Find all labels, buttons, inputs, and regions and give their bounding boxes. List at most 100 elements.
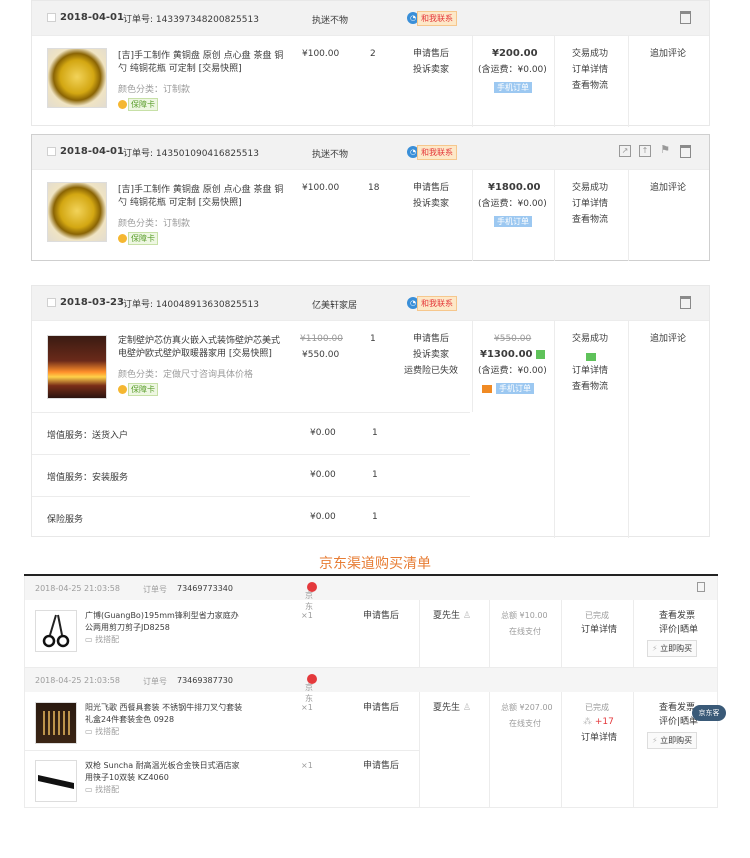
- apply-after-sale-link[interactable]: 申请售后: [413, 331, 449, 347]
- review-link[interactable]: 评价|晒单: [659, 622, 698, 638]
- apply-after-sale-link[interactable]: 申请售后: [363, 608, 399, 624]
- receiver: 夏先生 ♙: [433, 611, 471, 621]
- delete-order-icon[interactable]: [680, 296, 691, 309]
- product-thumbnail[interactable]: [35, 760, 77, 802]
- product-title-link[interactable]: [吉]手工制作 黄铜盘 原创 点心盘 茶盘 铜勺 纯铜花瓶 可定制 [交易快照]: [118, 184, 284, 210]
- order-detail-link[interactable]: 订单详情: [581, 622, 617, 638]
- jd-order-header: 2018-04-25 21:03:58 订单号 73469773340 京东: [24, 576, 718, 611]
- find-match-link[interactable]: ▭ 找搭配: [85, 784, 245, 796]
- insurance-badge[interactable]: 保障卡: [118, 98, 158, 111]
- product-title-link[interactable]: 定制壁炉芯仿真火嵌入式装饰壁炉芯美式电壁炉欧式壁炉取暖器家用 [交易快照]: [118, 335, 284, 361]
- service-qty: 1: [372, 470, 378, 480]
- contact-seller-button[interactable]: ◔ 和我联系: [407, 144, 457, 160]
- product-thumbnail[interactable]: [35, 702, 77, 744]
- divider: [628, 170, 629, 261]
- insurance-badge[interactable]: 保障卡: [118, 383, 158, 396]
- shop-name-link[interactable]: 执迷不物: [312, 147, 348, 160]
- contact-seller-button[interactable]: ◔ 和我联系: [407, 10, 457, 26]
- product-title-link[interactable]: [吉]手工制作 黄铜盘 原创 点心盘 茶盘 铜勺 纯铜花瓶 可定制 [交易快照]: [118, 50, 284, 76]
- status-text: 交易成功: [572, 334, 609, 344]
- order-total: 总额 ¥10.00: [501, 611, 548, 620]
- shop-name-link[interactable]: 执迷不物: [312, 13, 348, 26]
- find-match-link[interactable]: ▭ 找搭配: [85, 726, 245, 738]
- quantity: ×1: [301, 761, 313, 770]
- order-detail-link[interactable]: 订单详情: [572, 363, 608, 379]
- order-detail-link[interactable]: 订单详情: [581, 730, 617, 746]
- order-number: 订单号: 143397348200825513: [123, 15, 259, 25]
- order-detail-link[interactable]: 订单详情: [572, 62, 608, 78]
- points-icon: ⁂: [583, 717, 592, 727]
- mobile-order-badge: 手机订单: [494, 82, 532, 93]
- order-date: 2018-04-01: [60, 12, 124, 23]
- shop-name[interactable]: 京东: [305, 582, 317, 611]
- apply-after-sale-link[interactable]: 申请售后: [363, 700, 399, 716]
- product-thumbnail[interactable]: [47, 48, 107, 108]
- service-row: 增值服务：安装服务 ¥0.00 1: [32, 454, 470, 496]
- order-number-link[interactable]: 73469773340: [177, 584, 233, 593]
- product-thumbnail[interactable]: [47, 335, 107, 399]
- divider: [419, 692, 420, 807]
- order-checkbox[interactable]: [47, 13, 56, 22]
- share-icon[interactable]: ↗: [619, 145, 631, 157]
- shop-name[interactable]: 京东: [305, 674, 317, 703]
- product-thumbnail[interactable]: [35, 610, 77, 652]
- apply-after-sale-link[interactable]: 申请售后: [363, 758, 399, 774]
- add-review-link[interactable]: 追加评论: [650, 331, 686, 347]
- flag-icon[interactable]: ⚑: [659, 144, 671, 157]
- delete-order-icon[interactable]: [697, 582, 705, 592]
- quantity: 1: [370, 334, 376, 344]
- service-qty: 1: [372, 512, 378, 522]
- view-logistics-link[interactable]: 查看物流: [572, 379, 608, 395]
- order-detail-link[interactable]: 订单详情: [572, 196, 608, 212]
- order-item-row: 定制壁炉芯仿真火嵌入式装饰壁炉芯美式电壁炉欧式壁炉取暖器家用 [交易快照] 颜色…: [32, 320, 709, 538]
- buy-again-button[interactable]: ⚡ 立即购买: [647, 640, 698, 657]
- divider: [633, 692, 634, 807]
- service-price: ¥0.00: [310, 512, 336, 522]
- buy-again-button[interactable]: ⚡ 立即购买: [647, 732, 698, 749]
- divider: [628, 36, 629, 127]
- order-total: 总额 ¥207.00: [501, 703, 553, 712]
- product-title-link[interactable]: 阳光飞歌 西餐具套装 不锈钢牛排刀叉勺套装 礼盒24件套装金色 0928: [85, 702, 245, 726]
- complain-seller-link[interactable]: 投诉卖家: [413, 347, 449, 363]
- order-number-label: 订单号: [143, 585, 167, 594]
- complain-seller-link[interactable]: 投诉卖家: [413, 196, 449, 212]
- quantity: 2: [370, 49, 376, 59]
- order-checkbox[interactable]: [47, 147, 56, 156]
- apply-after-sale-link[interactable]: 申请售后: [413, 180, 449, 196]
- order-datetime: 2018-04-25 21:03:58: [35, 584, 120, 593]
- quantity: ×1: [301, 703, 313, 712]
- product-title-link[interactable]: 双枪 Suncha 耐高温光板合金筷日式酒店家用筷子10双装 KZ4060: [85, 760, 245, 784]
- jd-customer-service-button[interactable]: 京东客: [692, 705, 726, 721]
- apply-after-sale-link[interactable]: 申请售后: [413, 46, 449, 62]
- mobile-order-badge: 手机订单: [494, 216, 532, 227]
- unit-price: ¥100.00: [302, 49, 340, 59]
- order-date: 2018-03-23: [60, 297, 124, 308]
- complain-seller-link[interactable]: 投诉卖家: [413, 62, 449, 78]
- lightning-icon: ⚡: [652, 644, 658, 653]
- order-checkbox[interactable]: [47, 298, 56, 307]
- order-total: ¥1800.00: [488, 182, 541, 193]
- service-price: ¥0.00: [310, 470, 336, 480]
- user-icon: ♙: [462, 611, 471, 621]
- add-review-link[interactable]: 追加评论: [650, 180, 686, 196]
- product-title-link[interactable]: 广博(GuangBo)195mm锋利型省力家庭办公两用剪刀剪子JD8258: [85, 610, 245, 634]
- product-thumbnail[interactable]: [47, 182, 107, 242]
- shop-name-link[interactable]: 亿美轩家居: [312, 298, 357, 311]
- section-title: 京东渠道购买清单: [319, 556, 431, 572]
- order-number-link[interactable]: 73469387730: [177, 676, 233, 685]
- delete-order-icon[interactable]: [680, 145, 691, 158]
- contact-seller-button[interactable]: ◔ 和我联系: [407, 295, 457, 311]
- divider: [554, 321, 555, 538]
- view-logistics-link[interactable]: 查看物流: [572, 212, 608, 228]
- insurance-badge[interactable]: 保障卡: [118, 232, 158, 245]
- add-review-link[interactable]: 追加评论: [650, 46, 686, 62]
- view-logistics-link[interactable]: 查看物流: [572, 78, 608, 94]
- message-icon[interactable]: [586, 352, 596, 361]
- payment-method: 在线支付: [509, 627, 541, 636]
- delete-order-icon[interactable]: [680, 11, 691, 24]
- mobile-order-badge: 手机订单: [496, 383, 534, 394]
- price-change-icon: [536, 349, 545, 359]
- shield-icon: [118, 234, 127, 243]
- find-match-link[interactable]: ▭ 找搭配: [85, 634, 245, 646]
- upload-icon[interactable]: ↑: [639, 145, 651, 157]
